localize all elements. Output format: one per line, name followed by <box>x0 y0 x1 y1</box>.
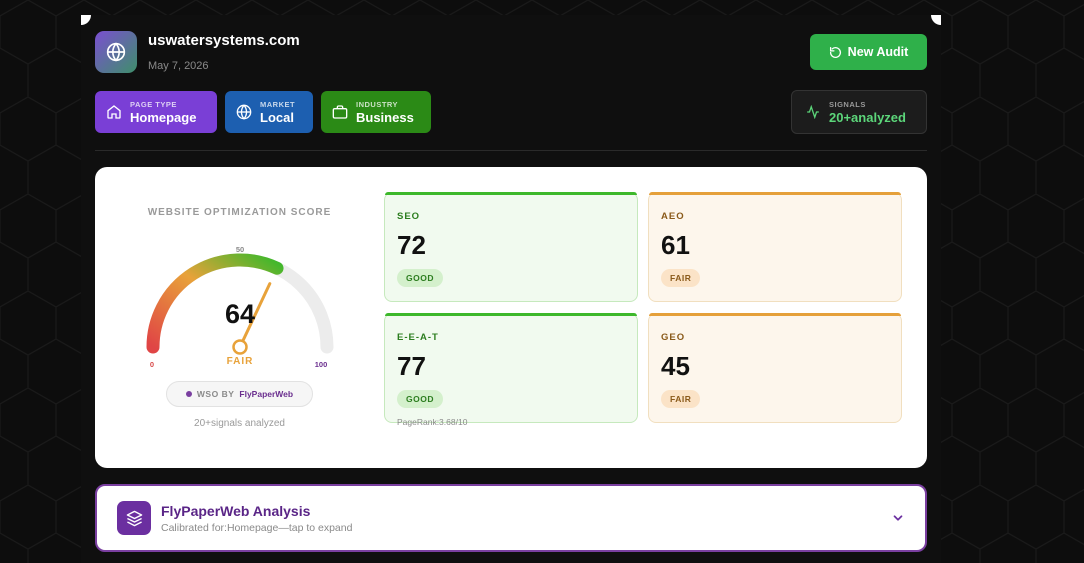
analysis-subtitle: Calibrated for:Homepage—tap to expand <box>161 522 353 534</box>
wso-badge[interactable]: WSO BY FlyPaperWeb <box>166 381 313 407</box>
corner-notch-right <box>931 15 941 25</box>
metric-badge: FAIR <box>661 269 701 287</box>
metric-topbar <box>385 192 637 195</box>
gauge-rating: FAIR <box>227 356 254 367</box>
score-gauge: 64 FAIR 0 50 100 <box>146 245 334 369</box>
signals-indicator: SIGNALS 20+analyzed <box>791 90 927 134</box>
page-type-label: PAGE TYPE <box>130 99 177 109</box>
metric-value: 72 <box>397 230 426 260</box>
refresh-icon <box>829 46 841 58</box>
page-type-value: Homepage <box>130 109 197 125</box>
industry-value: Business <box>356 109 414 125</box>
page-type-chip: PAGE TYPE Homepage <box>95 91 217 133</box>
gauge-fill <box>146 253 284 354</box>
metric-value: 45 <box>661 351 690 381</box>
industry-chip: INDUSTRY Business <box>321 91 431 133</box>
metric-topbar <box>385 313 637 316</box>
signals-analyzed-text: 20+signals analyzed <box>194 418 285 429</box>
metric-name: E-E-A-T <box>397 332 439 343</box>
wso-brand: FlyPaperWeb <box>239 389 294 399</box>
metric-value: 77 <box>397 351 426 381</box>
metric-badge: FAIR <box>661 390 701 408</box>
market-value: Local <box>260 109 294 125</box>
metric-name: SEO <box>397 211 421 222</box>
globe-icon <box>236 104 252 120</box>
score-card: WEBSITE OPTIMIZATION SCORE 64 FAIR 0 50 … <box>95 167 927 468</box>
gauge-mid-label: 50 <box>236 245 244 254</box>
signals-label: SIGNALS <box>829 99 866 109</box>
site-header: uswatersystems.com May 7, 2026 <box>95 31 300 73</box>
audit-date: May 7, 2026 <box>148 60 209 72</box>
metric-card-seo: SEO 72 GOOD <box>384 192 638 302</box>
header-divider <box>95 150 927 151</box>
metric-name: GEO <box>661 332 686 343</box>
wso-dot <box>185 391 192 397</box>
briefcase-icon <box>332 105 348 119</box>
analysis-title: FlyPaperWeb Analysis <box>161 503 311 519</box>
pagerank-note: PageRank:3.68/10 <box>397 417 468 427</box>
layers-icon <box>117 501 151 535</box>
metric-card-eeat: E-E-A-T 77 GOOD PageRank:3.68/10 <box>384 313 638 427</box>
globe-icon <box>95 31 137 73</box>
wso-prefix: WSO BY <box>196 389 235 399</box>
metric-card-aeo: AEO 61 FAIR <box>648 192 902 302</box>
signals-value: 20+analyzed <box>829 109 906 125</box>
metric-badge: GOOD <box>397 269 443 287</box>
metric-card-geo: GEO 45 FAIR <box>648 313 902 423</box>
market-label: MARKET <box>260 99 296 109</box>
market-chip: MARKET Local <box>225 91 313 133</box>
gauge-title: WEBSITE OPTIMIZATION SCORE <box>147 207 332 218</box>
metric-topbar <box>649 192 901 195</box>
analysis-panel[interactable]: FlyPaperWeb Analysis Calibrated for:Home… <box>95 484 927 552</box>
new-audit-label: New Audit <box>847 45 909 59</box>
site-domain: uswatersystems.com <box>148 32 300 49</box>
new-audit-button[interactable]: New Audit <box>810 34 927 70</box>
home-icon <box>107 105 121 119</box>
corner-notch-left <box>81 15 91 25</box>
activity-icon <box>807 105 819 119</box>
chevron-down-icon[interactable] <box>891 511 905 525</box>
metric-topbar <box>649 313 901 316</box>
metric-value: 61 <box>661 230 690 260</box>
gauge-max-label: 100 <box>315 360 328 369</box>
metric-badge: GOOD <box>397 390 443 408</box>
gauge-needle-hub <box>232 339 248 355</box>
audit-context-chips: PAGE TYPE Homepage MARKET Local INDUSTRY… <box>95 91 431 133</box>
industry-label: INDUSTRY <box>356 99 399 109</box>
metric-name: AEO <box>661 211 685 222</box>
gauge-score: 64 <box>225 299 255 329</box>
audit-container: uswatersystems.com May 7, 2026 New Audit… <box>81 15 941 563</box>
gauge-min-label: 0 <box>150 360 154 369</box>
